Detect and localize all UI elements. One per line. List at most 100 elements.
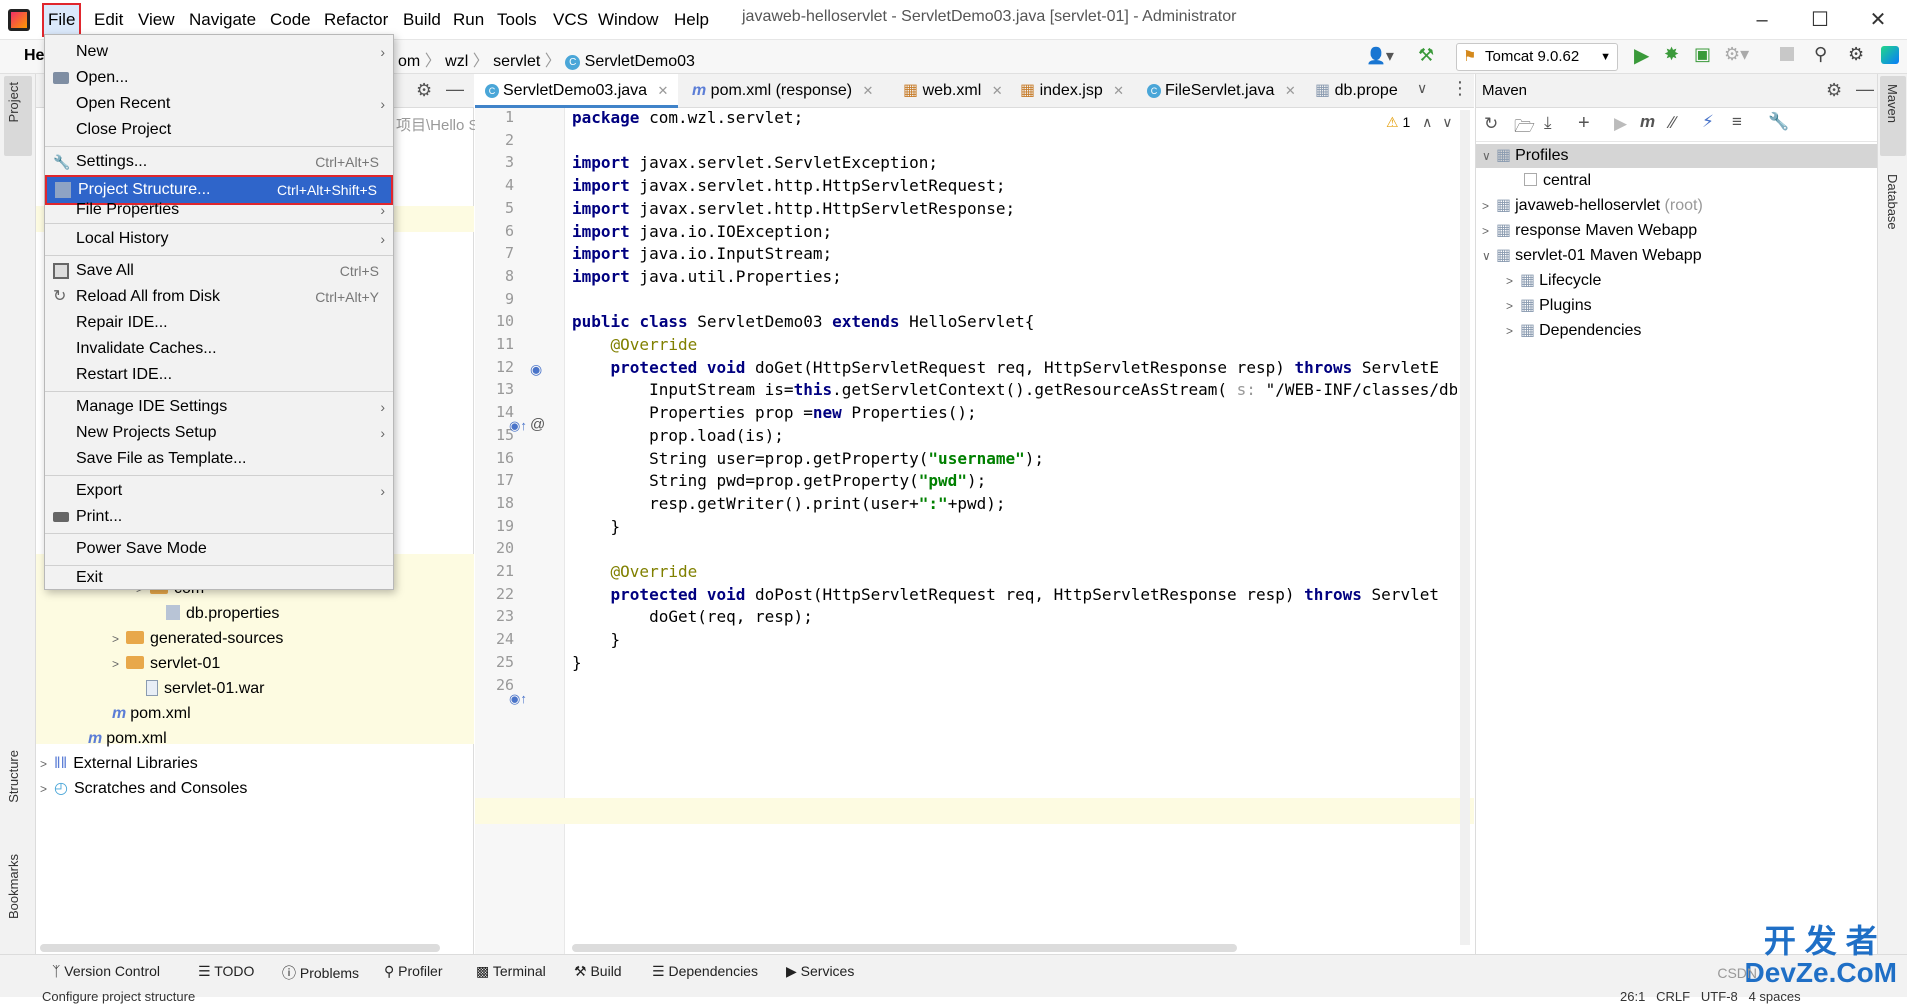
close-tab-icon[interactable]: ✕ (1285, 83, 1296, 98)
editor-horizontal-scrollbar[interactable] (572, 944, 1237, 952)
tab-profiler[interactable]: ⚲ Profiler (384, 963, 443, 980)
close-tab-icon[interactable]: ✕ (1113, 83, 1124, 98)
download-icon[interactable]: ⤓ (1544, 113, 1552, 133)
tab-index-jsp[interactable]: ▦ index.jsp ✕ (1010, 74, 1134, 108)
tree-row-db-properties[interactable]: db.properties (166, 602, 279, 626)
code-line[interactable]: public class ServletDemo03 extends Hello… (572, 312, 1457, 331)
code-line[interactable]: prop.load(is); (572, 426, 1457, 445)
menu-item-manage-ide-settings[interactable]: Manage IDE Settings › (45, 394, 393, 420)
checkbox-icon[interactable] (1524, 173, 1537, 186)
code-line[interactable]: import java.util.Properties; (572, 267, 1457, 286)
code-line[interactable]: } (572, 630, 1457, 649)
tab-version-control[interactable]: ᛉ Version Control (52, 963, 160, 979)
maven-project-root[interactable]: > ▦ javaweb-helloservlet (root) (1482, 194, 1703, 218)
run-config-dropdown[interactable]: ⚑ Tomcat 9.0.62 ▼ (1456, 43, 1618, 71)
menu-help[interactable]: Help (670, 6, 713, 34)
menu-item-file-properties[interactable]: File Properties › (45, 201, 393, 221)
code-line[interactable]: import java.io.IOException; (572, 222, 1457, 241)
breadcrumb-item[interactable]: servlet (493, 53, 540, 70)
debug-icon[interactable]: ✸ (1664, 44, 1679, 65)
menu-window[interactable]: Window (594, 6, 662, 34)
menu-code[interactable]: Code (266, 6, 315, 34)
structure-tool-label[interactable]: Structure (6, 750, 21, 803)
tree-row-servlet-01[interactable]: > servlet-01 (112, 652, 220, 676)
code-line[interactable]: import javax.servlet.http.HttpServletRes… (572, 199, 1457, 218)
override-marker-icon[interactable]: ◉↑ (509, 418, 527, 434)
hide-icon[interactable]: — (446, 79, 464, 100)
menu-item-new[interactable]: New › (45, 39, 393, 65)
bookmarks-tool-label[interactable]: Bookmarks (6, 854, 21, 919)
chevron-down-icon[interactable]: ∨ (1442, 114, 1452, 130)
warning-indicator[interactable]: ⚠ 1 ∧ ∨ (1386, 114, 1453, 131)
tab-pom-response[interactable]: m pom.xml (response) ✕ (682, 74, 883, 108)
user-icon[interactable]: 👤▾ (1366, 46, 1394, 66)
maven-goal-icon[interactable]: m (1640, 112, 1655, 132)
gear-icon[interactable]: ⚙ (416, 80, 432, 101)
code-line[interactable]: doGet(req, resp); (572, 607, 1457, 626)
tree-row-war[interactable]: servlet-01.war (146, 677, 264, 701)
code-line[interactable]: import javax.servlet.ServletException; (572, 153, 1457, 172)
menu-item-local-history[interactable]: Local History › (45, 226, 393, 252)
code-line[interactable]: import java.io.InputStream; (572, 244, 1457, 263)
menu-item-reload[interactable]: ↻ Reload All from Disk Ctrl+Alt+Y (45, 284, 393, 310)
menu-item-open[interactable]: Open... (45, 65, 393, 91)
close-tab-icon[interactable]: ✕ (863, 83, 874, 98)
code-line[interactable]: @Override (572, 335, 1457, 354)
code-line[interactable]: @Override (572, 562, 1457, 581)
tab-build[interactable]: ⚒ Build (574, 963, 622, 980)
tab-servletdemo03[interactable]: C ServletDemo03.java ✕ (475, 74, 679, 108)
tree-row-pom-root[interactable]: m pom.xml (88, 727, 167, 751)
hide-icon[interactable]: — (1856, 79, 1874, 100)
code-line[interactable]: protected void doGet(HttpServletRequest … (572, 358, 1457, 377)
code-line[interactable]: package com.wzl.servlet; (572, 108, 1457, 127)
maven-dependencies[interactable]: > ▦ Dependencies (1506, 319, 1641, 343)
close-tab-icon[interactable]: ✕ (992, 83, 1003, 98)
editor-vertical-scrollbar[interactable] (1460, 110, 1470, 945)
tab-dependencies[interactable]: ☰ Dependencies (652, 963, 758, 980)
menu-item-export[interactable]: Export › (45, 478, 393, 504)
menu-vcs[interactable]: VCS (549, 6, 592, 34)
menu-view[interactable]: View (134, 6, 179, 34)
tab-services[interactable]: ▶ Services (786, 963, 854, 980)
tab-web-xml[interactable]: ▦ web.xml ✕ (893, 74, 1013, 108)
plus-icon[interactable]: + (1578, 112, 1590, 135)
maven-project-response[interactable]: > ▦ response Maven Webapp (1482, 219, 1697, 243)
maven-profile-central[interactable]: central (1524, 169, 1591, 193)
menu-item-settings[interactable]: 🔧 Settings... Ctrl+Alt+S (45, 149, 393, 175)
tree-row-pom-inner[interactable]: m pom.xml (112, 702, 191, 726)
code-line[interactable]: String user=prop.getProperty("username")… (572, 449, 1457, 468)
close-icon[interactable]: ✕ (1849, 0, 1907, 40)
menu-item-repair-ide[interactable]: Repair IDE... (45, 310, 393, 336)
horizontal-scrollbar[interactable] (40, 944, 440, 952)
tab-list-chevron-icon[interactable]: ∨ (1417, 80, 1427, 97)
maven-profiles[interactable]: ∨ ▦ Profiles (1482, 144, 1568, 168)
toggle-offline-icon[interactable]: ∕∕ (1670, 113, 1676, 133)
menu-item-close-project[interactable]: Close Project (45, 117, 393, 143)
menu-refactor[interactable]: Refactor (320, 6, 392, 34)
menu-item-invalidate-caches[interactable]: Invalidate Caches... (45, 336, 393, 362)
settings-gear-icon[interactable]: ⚙ (1848, 44, 1864, 65)
menu-item-new-projects-setup[interactable]: New Projects Setup › (45, 420, 393, 446)
build-hammer-icon[interactable]: ⚒ (1418, 45, 1434, 66)
menu-item-restart-ide[interactable]: Restart IDE... (45, 362, 393, 388)
breadcrumb-item[interactable]: om (398, 53, 420, 70)
maven-tool-label[interactable]: Maven (1885, 84, 1900, 123)
code-line[interactable]: resp.getWriter().print(user+":"+pwd); (572, 494, 1457, 513)
tab-fileservlet[interactable]: C FileServlet.java ✕ (1137, 74, 1306, 108)
code-line[interactable]: protected void doPost(HttpServletRequest… (572, 585, 1457, 604)
collapse-all-icon[interactable]: ≡ (1732, 112, 1742, 132)
maven-project-servlet01[interactable]: ∨ ▦ servlet-01 Maven Webapp (1482, 244, 1702, 268)
close-tab-icon[interactable]: ✕ (658, 83, 669, 98)
menu-file[interactable]: File (42, 3, 82, 37)
tab-todo[interactable]: ☰ TODO (198, 963, 254, 980)
project-tool-label[interactable]: Project (6, 82, 21, 122)
reload-icon[interactable]: ↻ (1484, 114, 1498, 134)
code-line[interactable]: import javax.servlet.http.HttpServletReq… (572, 176, 1457, 195)
tab-terminal[interactable]: ▩ Terminal (476, 963, 546, 980)
more-options-icon[interactable]: ⋮ (1451, 78, 1469, 99)
maximize-icon[interactable]: ☐ (1791, 0, 1849, 40)
menu-run[interactable]: Run (449, 6, 488, 34)
jetbrains-icon[interactable] (1881, 46, 1899, 64)
menu-item-open-recent[interactable]: Open Recent › (45, 91, 393, 117)
chevron-up-icon[interactable]: ∧ (1422, 114, 1432, 130)
